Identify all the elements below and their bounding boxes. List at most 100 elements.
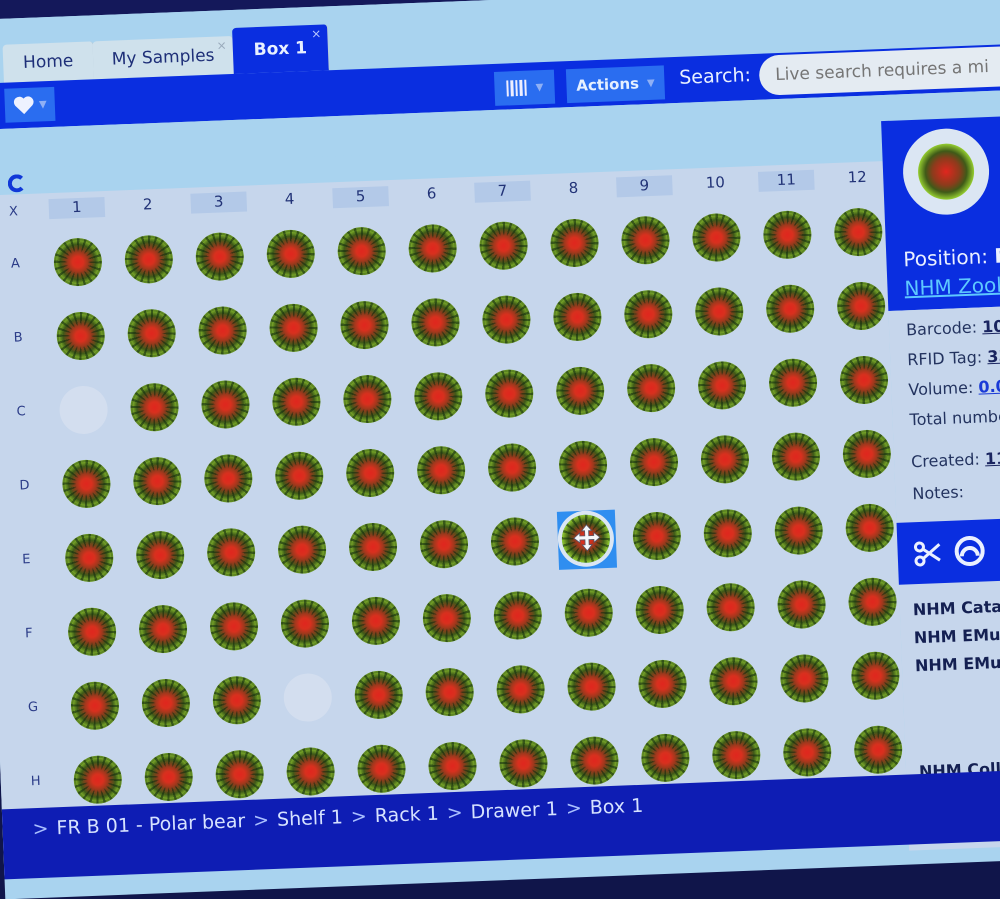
grid-cell-a10[interactable]	[687, 208, 747, 268]
grid-cell-a6[interactable]	[404, 219, 464, 279]
grid-cell-a12[interactable]	[829, 203, 889, 263]
grid-cell-g3[interactable]	[208, 671, 268, 731]
grid-cell-a2[interactable]	[120, 230, 180, 290]
grid-cell-d3[interactable]	[199, 449, 259, 509]
barcode-value[interactable]: 100	[982, 316, 1000, 336]
grid-cell-g10[interactable]	[704, 652, 764, 712]
move-icon[interactable]	[571, 522, 602, 553]
grid-cell-d11[interactable]	[767, 428, 827, 488]
grid-cell-h12[interactable]	[849, 721, 909, 781]
grid-cell-b3[interactable]	[194, 301, 254, 361]
grid-cell-f4[interactable]	[276, 594, 336, 654]
grid-cell-b9[interactable]	[619, 285, 679, 345]
grid-cell-d9[interactable]	[625, 433, 685, 493]
grid-cell-d1[interactable]	[57, 455, 117, 515]
grid-cell-f6[interactable]	[418, 589, 478, 649]
grid-cell-h1[interactable]	[69, 751, 129, 811]
grid-cell-c4[interactable]	[267, 373, 327, 433]
grid-cell-a9[interactable]	[616, 211, 676, 271]
grid-cell-c3[interactable]	[196, 375, 256, 435]
tab-box-1[interactable]: Box 1 ×	[232, 24, 330, 74]
grid-cell-g8[interactable]	[563, 658, 623, 718]
grid-cell-e8[interactable]	[556, 509, 618, 570]
grid-cell-c12[interactable]	[835, 351, 895, 411]
tab-home[interactable]: Home	[2, 41, 95, 83]
grid-cell-c7[interactable]	[480, 364, 540, 424]
breadcrumb-item[interactable]: Shelf 1	[277, 806, 344, 831]
rfid-value[interactable]: 355	[987, 346, 1000, 366]
grid-cell-b6[interactable]	[406, 293, 466, 353]
grid-cell-e1[interactable]	[60, 529, 120, 589]
grid-cell-b4[interactable]	[265, 299, 325, 359]
grid-cell-g5[interactable]	[350, 666, 410, 726]
close-icon[interactable]: ×	[216, 38, 227, 52]
grid-cell-b11[interactable]	[761, 280, 821, 340]
grid-cell-a11[interactable]	[758, 206, 818, 266]
grid-cell-c10[interactable]	[693, 356, 753, 416]
grid-cell-a1[interactable]	[49, 233, 109, 293]
grid-cell-h6[interactable]	[423, 737, 483, 797]
favorites-button[interactable]: ▼	[4, 86, 56, 123]
grid-cell-f8[interactable]	[560, 584, 620, 644]
grid-cell-d10[interactable]	[696, 430, 756, 490]
grid-cell-d7[interactable]	[483, 438, 543, 498]
grid-cell-e2[interactable]	[131, 526, 191, 586]
grid-cell-g1[interactable]	[66, 677, 126, 737]
grid-cell-e4[interactable]	[273, 521, 333, 581]
breadcrumb-item[interactable]: Box 1	[589, 795, 643, 819]
grid-cell-e5[interactable]	[344, 518, 404, 578]
grid-cell-e12[interactable]	[841, 499, 901, 559]
grid-cell-d5[interactable]	[341, 444, 401, 504]
grid-cell-h8[interactable]	[565, 731, 625, 791]
grid-cell-c5[interactable]	[338, 370, 398, 430]
grid-cell-h5[interactable]	[353, 740, 413, 800]
grid-cell-e10[interactable]	[699, 504, 759, 564]
grid-cell-g2[interactable]	[137, 674, 197, 734]
grid-cell-d8[interactable]	[554, 436, 614, 496]
grid-cell-c11[interactable]	[764, 354, 824, 414]
grid-cell-h3[interactable]	[211, 745, 271, 805]
close-icon[interactable]: ×	[311, 27, 322, 41]
tab-my-samples[interactable]: My Samples ×	[92, 35, 235, 80]
grid-cell-e3[interactable]	[202, 523, 262, 583]
location-link[interactable]: NHM Zooloc	[904, 272, 1000, 301]
grid-cell-g4[interactable]	[279, 668, 339, 728]
grid-cell-c1[interactable]	[55, 381, 115, 441]
grid-cell-e6[interactable]	[415, 515, 475, 575]
grid-cell-a3[interactable]	[191, 227, 251, 287]
grid-cell-f7[interactable]	[489, 586, 549, 646]
grid-cell-f5[interactable]	[347, 592, 407, 652]
grid-cell-b10[interactable]	[690, 282, 750, 342]
grid-cell-f3[interactable]	[205, 597, 265, 657]
grid-cell-b5[interactable]	[335, 296, 395, 356]
grid-cell-b1[interactable]	[52, 307, 112, 367]
grid-cell-h7[interactable]	[494, 734, 554, 794]
grid-cell-g9[interactable]	[633, 655, 693, 715]
grid-cell-a8[interactable]	[545, 214, 605, 274]
grid-cell-b7[interactable]	[477, 291, 537, 351]
grid-cell-e7[interactable]	[486, 512, 546, 572]
grid-cell-g6[interactable]	[421, 663, 481, 723]
grid-cell-c9[interactable]	[622, 359, 682, 419]
grid-cell-a7[interactable]	[475, 217, 535, 277]
volume-value[interactable]: 0.0 u	[978, 376, 1000, 397]
grid-cell-h9[interactable]	[636, 729, 696, 789]
grid-cell-d4[interactable]	[270, 447, 330, 507]
grid-cell-a4[interactable]	[262, 225, 322, 285]
grid-cell-a5[interactable]	[333, 222, 393, 282]
breadcrumb-item[interactable]: Rack 1	[374, 803, 439, 827]
grid-cell-e11[interactable]	[770, 501, 830, 561]
grid-cell-f10[interactable]	[702, 578, 762, 638]
cd-icon[interactable]	[950, 531, 989, 570]
grid-cell-d2[interactable]	[128, 452, 188, 512]
grid-cell-g11[interactable]	[775, 649, 835, 709]
grid-cell-d6[interactable]	[412, 441, 472, 501]
grid-cell-f12[interactable]	[843, 573, 903, 633]
grid-cell-c8[interactable]	[551, 362, 611, 422]
grid-cell-g12[interactable]	[846, 647, 906, 707]
grid-cell-f2[interactable]	[134, 600, 194, 660]
grid-cell-g7[interactable]	[492, 660, 552, 720]
grid-cell-f1[interactable]	[63, 603, 123, 663]
grid-cell-b2[interactable]	[123, 304, 183, 364]
grid-cell-d12[interactable]	[838, 425, 898, 485]
